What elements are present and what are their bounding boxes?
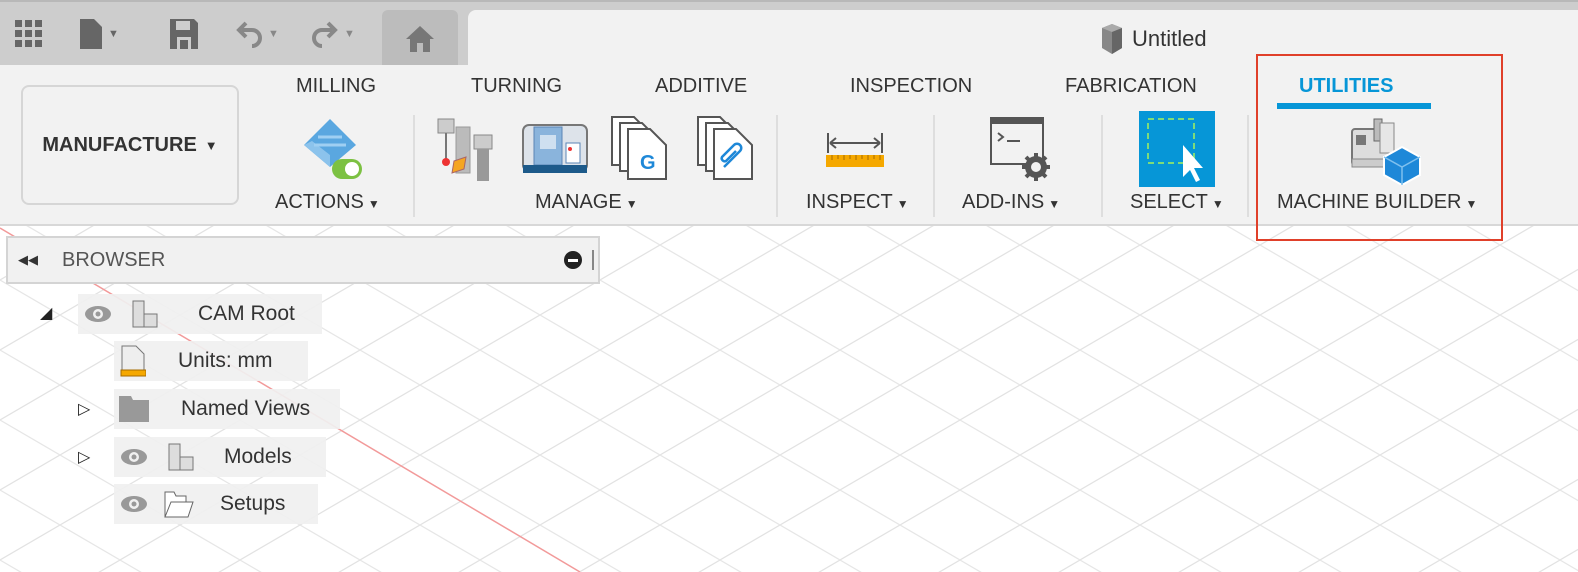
browser-title: BROWSER — [62, 248, 166, 271]
save-icon[interactable] — [170, 18, 198, 50]
actions-icon[interactable] — [298, 117, 364, 188]
component-icon — [168, 443, 194, 471]
component-icon — [132, 300, 158, 328]
eye-icon[interactable] — [120, 448, 148, 466]
tree-item-setups[interactable]: Setups — [114, 484, 318, 524]
inspect-menu[interactable]: INSPECT ▼ — [806, 191, 909, 214]
chevron-down-icon: ▼ — [204, 137, 218, 153]
eye-icon[interactable] — [84, 305, 112, 323]
tab-turning[interactable]: TURNING — [471, 75, 562, 98]
tree-item-cam-root[interactable]: CAM Root — [78, 294, 322, 334]
document-title: Untitled — [1100, 24, 1207, 54]
tab-milling[interactable]: MILLING — [296, 75, 376, 98]
tab-inspection[interactable]: INSPECTION — [850, 75, 972, 98]
folder-icon — [119, 396, 149, 422]
document-title-text: Untitled — [1132, 26, 1207, 51]
tool-library-icon[interactable] — [436, 117, 502, 188]
tree-item-units[interactable]: Units: mm — [114, 341, 308, 381]
select-icon[interactable] — [1139, 111, 1215, 192]
redo-icon[interactable]: ▼ — [312, 18, 355, 50]
divider — [413, 115, 415, 217]
expand-arrow-icon[interactable]: ▷ — [78, 399, 90, 419]
tab-fabrication[interactable]: FABRICATION — [1065, 75, 1197, 98]
eye-icon[interactable] — [120, 495, 148, 513]
file-icon[interactable]: ▼ — [80, 18, 119, 50]
tree-item-models[interactable]: Models — [114, 437, 326, 477]
template-library-icon[interactable] — [696, 115, 756, 186]
manage-menu[interactable]: MANAGE ▼ — [535, 191, 638, 214]
actions-menu[interactable]: ACTIONS ▼ — [275, 191, 380, 214]
tree-item-named-views[interactable]: Named Views — [114, 389, 340, 429]
home-icon — [406, 25, 434, 52]
measure-icon[interactable] — [826, 129, 886, 174]
divider — [1101, 115, 1103, 217]
undo-icon[interactable]: ▼ — [236, 18, 279, 50]
post-library-icon[interactable]: G — [610, 115, 670, 186]
machine-library-icon[interactable] — [522, 119, 588, 184]
open-folder-icon — [164, 491, 194, 518]
tree-item-label: Named Views — [181, 397, 311, 420]
divider — [933, 115, 935, 217]
expand-arrow-icon[interactable]: ▷ — [78, 447, 90, 467]
svg-text:G: G — [640, 152, 656, 174]
divider — [1247, 115, 1249, 217]
home-tab[interactable] — [382, 10, 458, 67]
divider — [776, 115, 778, 217]
minimize-icon[interactable] — [564, 251, 582, 269]
utilities-highlight-box — [1256, 54, 1503, 241]
tree-item-label: Units: mm — [178, 349, 273, 372]
tree-item-label: CAM Root — [198, 302, 295, 325]
scripts-addins-icon[interactable] — [990, 117, 1052, 188]
units-document-icon — [120, 345, 146, 377]
workspace-label: MANUFACTURE — [42, 133, 197, 156]
apps-grid-icon[interactable] — [14, 18, 44, 50]
addins-menu[interactable]: ADD-INS ▼ — [962, 191, 1060, 214]
browser-panel-header: ◀◀ BROWSER — [6, 236, 600, 284]
tab-additive[interactable]: ADDITIVE — [655, 75, 747, 98]
tree-item-label: Setups — [220, 492, 286, 515]
select-menu[interactable]: SELECT ▼ — [1130, 191, 1224, 214]
panel-resize-handle[interactable] — [592, 250, 594, 270]
tree-item-label: Models — [224, 445, 292, 468]
collapse-panel-icon[interactable]: ◀◀ — [18, 252, 38, 268]
workspace-switcher[interactable]: MANUFACTURE ▼ — [21, 85, 239, 205]
collapse-arrow-icon[interactable]: ◢ — [40, 303, 52, 323]
body-cube-icon — [1102, 24, 1122, 54]
